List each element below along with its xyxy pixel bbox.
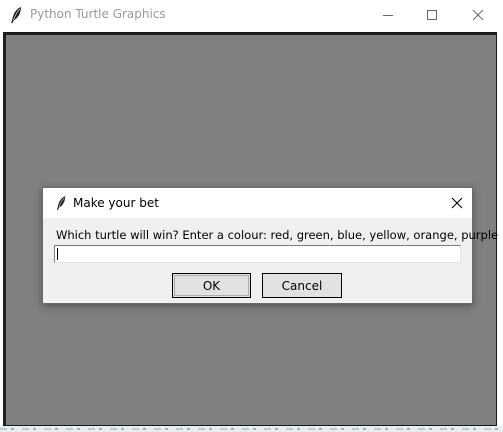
- bet-dialog: Make your bet Which turtle will win? Ent…: [42, 187, 498, 304]
- window-title: Python Turtle Graphics: [30, 7, 166, 21]
- bet-prompt: Which turtle will win? Enter a colour: r…: [56, 228, 499, 242]
- dialog-title: Make your bet: [73, 196, 159, 210]
- taskbar-edge: [0, 426, 503, 432]
- dialog-close-button[interactable]: [442, 188, 472, 218]
- background-residue: [0, 428, 503, 430]
- cancel-button-label: Cancel: [281, 278, 323, 293]
- ok-button[interactable]: OK: [172, 273, 251, 298]
- cancel-button[interactable]: Cancel: [262, 273, 342, 298]
- maximize-icon: [427, 10, 437, 20]
- colour-input[interactable]: [54, 245, 461, 263]
- minimize-button[interactable]: [365, 0, 411, 30]
- maximize-button[interactable]: [409, 0, 455, 30]
- ok-button-label: OK: [202, 278, 221, 293]
- feather-icon: [11, 7, 21, 23]
- minimize-icon: [383, 15, 393, 16]
- close-icon: [472, 9, 484, 21]
- close-button[interactable]: [455, 0, 501, 30]
- feather-icon: [56, 196, 66, 210]
- text-caret: [57, 248, 58, 260]
- close-icon: [451, 197, 463, 209]
- window-titlebar[interactable]: Python Turtle Graphics: [0, 0, 503, 31]
- dialog-titlebar[interactable]: Make your bet: [43, 188, 472, 218]
